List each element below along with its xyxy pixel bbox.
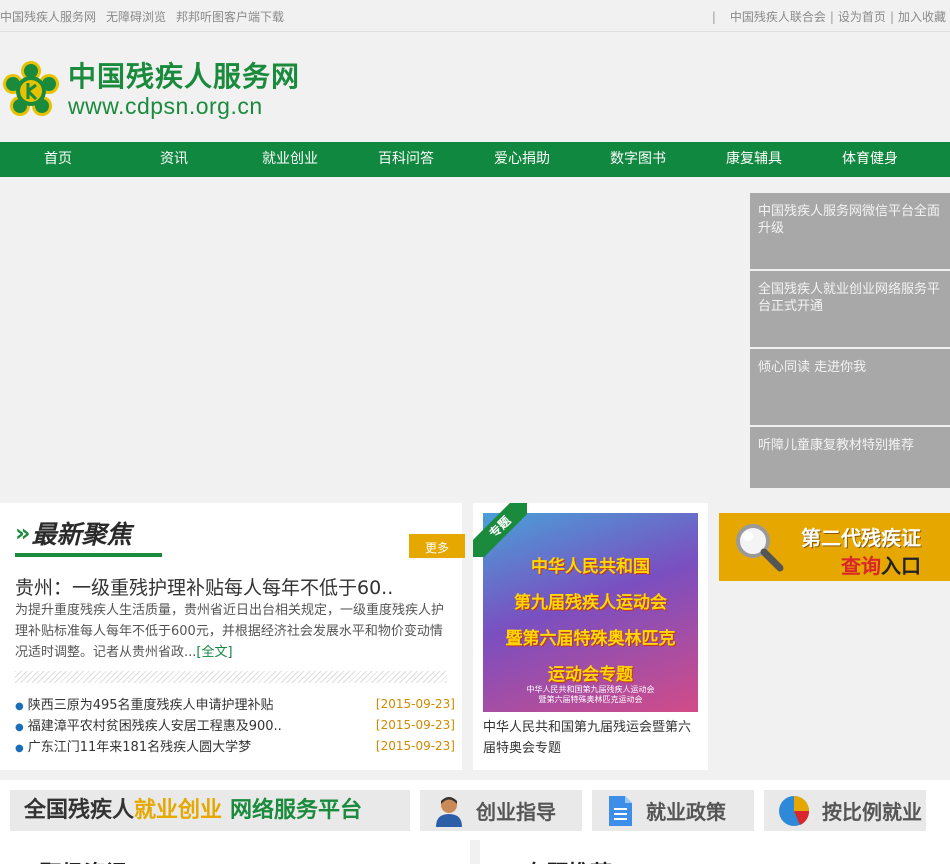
list-item-title: 福建漳平农村贫困残疾人安居工程惠及900.. [27, 719, 282, 734]
list-item-date: [2015-09-23] [375, 717, 455, 732]
bottom-left-panel: 职场资讯 [0, 840, 470, 864]
platform-text-1: 全国残疾人 [24, 798, 135, 823]
separator: | [829, 9, 834, 24]
topic-caption[interactable]: 中华人民共和国第九届残运会暨第六届特奥会专题 [483, 717, 698, 759]
topic-ribbon-label: 专题 [473, 503, 527, 557]
main-nav: 首页 资讯 就业创业 百科问答 爱心捐助 数字图书 康复辅具 体育健身 [0, 142, 950, 177]
site-header: 中国残疾人服务网 www.cdpsn.org.cn [0, 33, 950, 142]
section-title: » 最新聚焦 [15, 515, 132, 551]
top-bar: 中国残疾人服务网 无障碍浏览 邦邦听图客户端下载 | 中国残疾人联合会 | 设为… [0, 0, 950, 32]
query-line2-a: 查询 [841, 554, 881, 578]
top-link-site[interactable]: 中国残疾人服务网 [0, 8, 96, 25]
bottom-right-title: 专题推荐 [524, 856, 612, 864]
nav-item-home[interactable]: 首页 [0, 142, 116, 177]
banner-side-list: 中国残疾人服务网微信平台全面升级 全国残疾人就业创业网络服务平台正式开通 倾心同… [750, 193, 950, 488]
banner-side-item[interactable]: 听障儿童康复教材特别推荐 [750, 427, 950, 488]
quota-employment-button[interactable]: 按比例就业 [764, 790, 926, 831]
top-link-bookmark[interactable]: 加入收藏 [898, 8, 946, 25]
query-line1: 第二代残疾证 [801, 526, 921, 550]
top-left-links: 中国残疾人服务网 无障碍浏览 邦邦听图客户端下载 [0, 8, 284, 25]
bullet-icon: ● [15, 722, 24, 733]
top-link-client-download[interactable]: 邦邦听图客户端下载 [176, 8, 284, 25]
separator: | [711, 9, 716, 24]
nav-item-digital-books[interactable]: 数字图书 [580, 142, 696, 177]
logo-text: 中国残疾人服务网 www.cdpsn.org.cn [68, 60, 301, 120]
bullet-icon: ● [15, 701, 24, 712]
service-strip: 全国残疾人就业创业 网络服务平台 创业指导 就业政策 按比例就业 [0, 780, 950, 840]
banner-side-item[interactable]: 中国残疾人服务网微信平台全面升级 [750, 193, 950, 271]
divider [15, 671, 447, 683]
button-label: 按比例就业 [822, 800, 922, 824]
topic-image-subline: 暨第六届特殊奥林匹克运动会 [538, 695, 643, 704]
bottom-right-panel: 专题推荐 [480, 840, 950, 864]
site-logo[interactable]: 中国残疾人服务网 www.cdpsn.org.cn [0, 55, 320, 125]
magnifier-icon [736, 524, 784, 572]
platform-text-3: 网络服务平台 [230, 798, 363, 823]
topic-image-line: 第九届残疾人运动会 [514, 593, 667, 613]
double-chevron-icon: » [15, 519, 30, 547]
query-line2: 查询入口 [841, 550, 921, 579]
document-icon [609, 795, 632, 826]
topic-image-line: 暨第六届特殊奥林匹克 [505, 629, 676, 649]
news-headline[interactable]: 贵州：一级重残护理补贴每人每年不低于60.. [15, 573, 393, 600]
employment-policy-button[interactable]: 就业政策 [592, 790, 754, 831]
special-topic-panel: 中华人民共和国 第九届残疾人运动会 暨第六届特殊奥林匹克 运动会专题 中华人民共… [473, 503, 708, 770]
title-underline [15, 553, 162, 557]
employment-platform-banner[interactable]: 全国残疾人就业创业 网络服务平台 [10, 790, 410, 831]
flower-emblem-icon [3, 61, 59, 116]
news-summary: 为提升重度残疾人生活质量，贵州省近日出台相关规定，一级重度残疾人护理补贴标准每人… [15, 600, 450, 663]
logo-name: 中国残疾人服务网 [68, 60, 301, 93]
topic-ribbon: 专题 [473, 503, 527, 557]
topic-image-lines: 中华人民共和国 第九届残疾人运动会 暨第六届特殊奥林匹克 运动会专题 [483, 549, 698, 693]
list-item[interactable]: ● 陕西三原为495名重度残疾人申请护理补贴 [2015-09-23] [15, 693, 455, 714]
full-text-link[interactable]: [全文] [196, 645, 232, 660]
list-item-date: [2015-09-23] [375, 696, 455, 711]
banner-slider[interactable]: 中国残疾人服务网微信平台全面升级 全国残疾人就业创业网络服务平台正式开通 倾心同… [0, 177, 950, 503]
list-item-title: 陕西三原为495名重度残疾人申请护理补贴 [27, 698, 274, 713]
nav-item-qa[interactable]: 百科问答 [348, 142, 464, 177]
top-right-links: | 中国残疾人联合会 | 设为首页 | 加入收藏 [712, 8, 946, 25]
topic-image-subtitle: 中华人民共和国第九届残疾人运动会 暨第六届特殊奥林匹克运动会 [483, 685, 698, 705]
more-button[interactable]: 更多 [409, 534, 465, 558]
button-label: 就业政策 [646, 800, 726, 824]
nav-item-sports[interactable]: 体育健身 [812, 142, 928, 177]
platform-text-2: 就业创业 [134, 798, 223, 823]
pie-chart-icon [779, 795, 810, 826]
bullet-icon: ● [15, 743, 24, 754]
bottom-left-title: 职场资讯 [40, 856, 128, 864]
nav-item-news[interactable]: 资讯 [116, 142, 232, 177]
query-line2-b: 入口 [881, 554, 921, 578]
top-link-set-homepage[interactable]: 设为首页 [838, 8, 886, 25]
button-label: 创业指导 [476, 800, 556, 824]
nav-item-rehab-aids[interactable]: 康复辅具 [696, 142, 812, 177]
list-item-title: 广东江门11年来181名残疾人圆大学梦 [27, 740, 252, 755]
list-item[interactable]: ● 福建漳平农村贫困残疾人安居工程惠及900.. [2015-09-23] [15, 714, 455, 735]
disability-card-query-button[interactable]: 第二代残疾证 查询入口 [719, 513, 950, 581]
top-link-accessible[interactable]: 无障碍浏览 [106, 8, 166, 25]
section-title-text: 最新聚焦 [31, 520, 132, 549]
nav-item-employment[interactable]: 就业创业 [232, 142, 348, 177]
top-link-federation[interactable]: 中国残疾人联合会 [730, 8, 826, 25]
person-icon [436, 796, 462, 827]
logo-url: www.cdpsn.org.cn [68, 93, 263, 119]
list-item-date: [2015-09-23] [375, 738, 455, 753]
topic-image-subline: 中华人民共和国第九届残疾人运动会 [526, 685, 655, 694]
list-item[interactable]: ● 广东江门11年来181名残疾人圆大学梦 [2015-09-23] [15, 735, 455, 756]
banner-side-item[interactable]: 全国残疾人就业创业网络服务平台正式开通 [750, 271, 950, 349]
entrepreneurship-guide-button[interactable]: 创业指导 [420, 790, 582, 831]
separator: | [889, 9, 894, 24]
nav-item-donation[interactable]: 爱心捐助 [464, 142, 580, 177]
latest-news-panel: » 最新聚焦 更多 贵州：一级重残护理补贴每人每年不低于60.. 为提升重度残疾… [0, 503, 465, 770]
news-list: ● 陕西三原为495名重度残疾人申请护理补贴 [2015-09-23] ● 福建漳平… [15, 693, 455, 756]
banner-side-item[interactable]: 倾心同读 走进你我 [750, 349, 950, 427]
